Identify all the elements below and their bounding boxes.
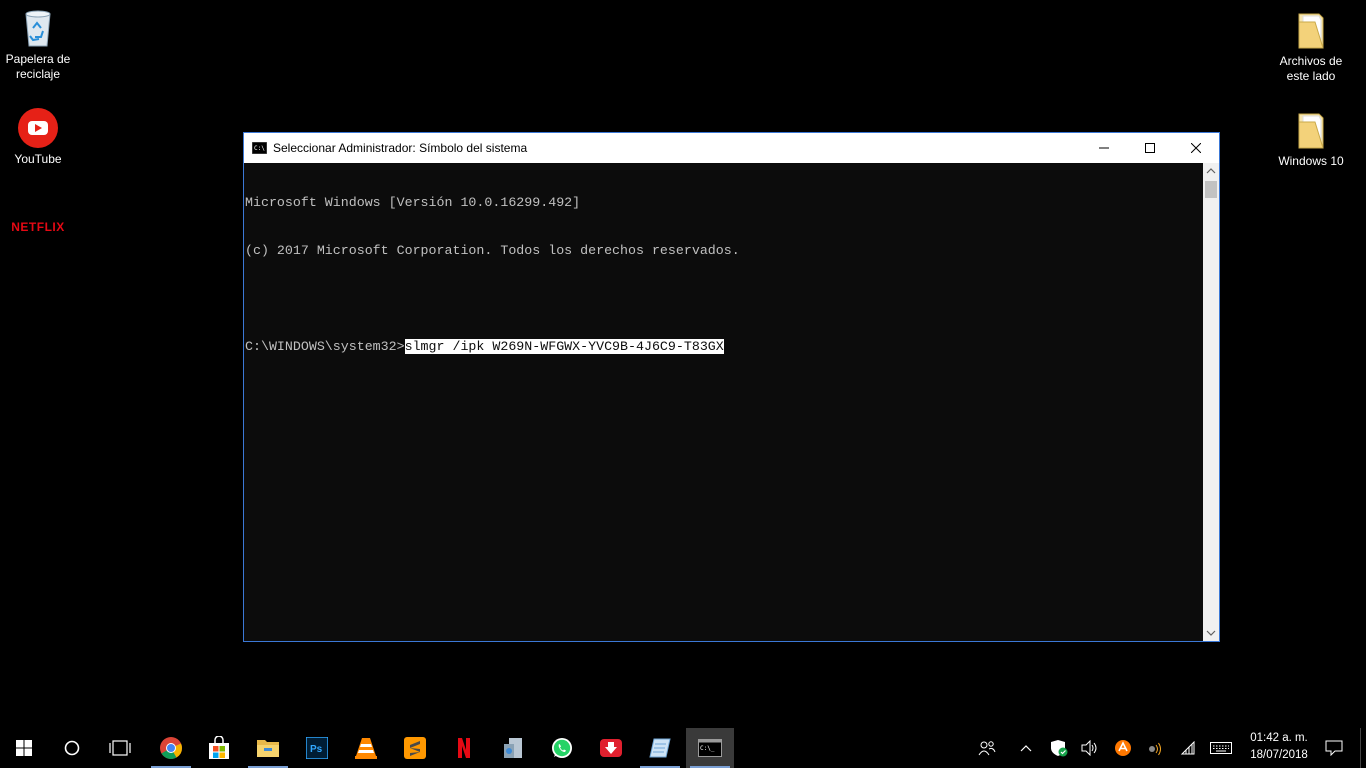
svg-text:C:\_: C:\_ — [700, 745, 715, 752]
people-button[interactable] — [972, 728, 1002, 768]
sublime-text-icon — [404, 737, 426, 759]
keyboard-button[interactable] — [1206, 728, 1236, 768]
avast-icon — [1115, 740, 1131, 756]
folder-icon — [1298, 113, 1324, 149]
clock-time: 01:42 a. m. — [1250, 732, 1308, 744]
taskbar-chrome[interactable] — [147, 728, 195, 768]
clock-date: 18/07/2018 — [1250, 749, 1308, 761]
selected-command[interactable]: slmgr /ipk W269N-WFGWX-YVC9B-4J6C9-T83GX — [404, 339, 724, 354]
desktop: Papelera de reciclaje YouTube NETFLIX Ar… — [0, 0, 1366, 728]
netflix-icon — [458, 738, 470, 758]
desktop-icon-youtube[interactable]: YouTube — [0, 106, 76, 167]
start-button[interactable] — [0, 728, 48, 768]
maximize-button[interactable] — [1127, 133, 1173, 163]
desktop-icon-label: YouTube — [14, 152, 62, 166]
windows-logo-icon — [16, 740, 32, 756]
chrome-icon — [160, 737, 182, 759]
desktop-icon-windows10[interactable]: Windows 10 — [1273, 108, 1349, 169]
netflix-icon: NETFLIX — [11, 220, 65, 234]
desktop-icon-label: Archivos de este lado — [1279, 54, 1343, 83]
audio-tray-button[interactable] — [1140, 728, 1170, 768]
console-prompt: C:\WINDOWS\system32> — [245, 339, 405, 354]
taskbar-downloader[interactable] — [587, 728, 635, 768]
desktop-icon-archivos[interactable]: Archivos de este lado — [1273, 8, 1349, 84]
console-output[interactable]: Microsoft Windows [Versión 10.0.16299.49… — [244, 163, 1204, 641]
desktop-icon-label: Papelera de reciclaje — [5, 52, 71, 81]
taskbar-vlc[interactable] — [342, 728, 390, 768]
close-button[interactable] — [1173, 133, 1219, 163]
shield-icon — [1051, 740, 1068, 757]
console-line: (c) 2017 Microsoft Corporation. Todos lo… — [245, 243, 740, 258]
taskbar-photoshop[interactable]: Ps — [293, 728, 341, 768]
desktop-icon-recycle-bin[interactable]: Papelera de reciclaje — [0, 6, 76, 82]
command-prompt-icon: C:\_ — [698, 739, 722, 757]
taskbar-sublime-text[interactable] — [391, 728, 439, 768]
avast-tray-button[interactable] — [1108, 728, 1138, 768]
photoshop-icon: Ps — [306, 737, 328, 759]
youtube-icon — [18, 108, 58, 148]
svg-text:Ps: Ps — [310, 744, 323, 755]
keyboard-icon — [1210, 742, 1232, 754]
scroll-up-icon[interactable] — [1203, 163, 1219, 180]
taskbar: Ps C:\_ 01:42 a. m. 18/07/2018 — [0, 728, 1366, 768]
chevron-up-icon — [1020, 745, 1032, 752]
show-desktop-button[interactable] — [1360, 728, 1366, 768]
volume-button[interactable] — [1075, 728, 1105, 768]
maximize-icon — [1145, 143, 1155, 153]
task-view-button[interactable] — [96, 728, 144, 768]
command-prompt-icon: C:\ — [252, 142, 267, 154]
installer-icon — [504, 738, 522, 758]
console-prompt-line: C:\WINDOWS\system32>slmgr /ipk W269N-WFG… — [244, 339, 1204, 355]
desktop-icon-netflix[interactable]: NETFLIX — [0, 220, 76, 235]
vlc-icon — [355, 738, 377, 759]
action-center-button[interactable] — [1318, 728, 1350, 768]
recycle-bin-icon — [25, 10, 51, 47]
notification-icon — [1325, 740, 1343, 756]
taskbar-file-explorer[interactable] — [244, 728, 292, 768]
taskbar-netflix[interactable] — [440, 728, 488, 768]
people-icon — [978, 741, 996, 756]
minimize-button[interactable] — [1081, 133, 1127, 163]
close-icon — [1191, 143, 1201, 153]
svg-text:C:\: C:\ — [254, 145, 265, 152]
scroll-down-icon[interactable] — [1203, 624, 1219, 641]
taskbar-installer[interactable] — [489, 728, 537, 768]
defender-tray-button[interactable] — [1044, 728, 1074, 768]
store-icon — [209, 736, 229, 759]
show-hidden-icons-button[interactable] — [1011, 728, 1041, 768]
cortana-button[interactable] — [48, 728, 96, 768]
taskbar-command-prompt[interactable]: C:\_ — [686, 728, 734, 768]
title-bar[interactable]: C:\ Seleccionar Administrador: Símbolo d… — [244, 133, 1219, 163]
network-button[interactable] — [1173, 728, 1203, 768]
taskbar-notepad[interactable] — [636, 728, 684, 768]
notepad-icon — [649, 738, 671, 758]
taskbar-whatsapp[interactable] — [538, 728, 586, 768]
folder-icon — [1298, 13, 1324, 49]
window-title: Seleccionar Administrador: Símbolo del s… — [273, 141, 528, 155]
download-icon — [600, 739, 622, 757]
taskbar-store[interactable] — [195, 728, 243, 768]
audio-device-icon — [1149, 742, 1161, 756]
minimize-icon — [1099, 147, 1109, 149]
desktop-icon-label: Windows 10 — [1278, 154, 1344, 168]
cortana-icon — [64, 740, 80, 756]
whatsapp-icon — [552, 738, 572, 758]
scroll-thumb[interactable] — [1205, 181, 1217, 198]
file-explorer-icon — [257, 740, 279, 757]
vertical-scrollbar[interactable] — [1203, 163, 1219, 641]
task-view-icon — [109, 740, 131, 756]
console-line: Microsoft Windows [Versión 10.0.16299.49… — [245, 195, 581, 210]
taskbar-clock[interactable]: 01:42 a. m. 18/07/2018 — [1236, 730, 1322, 766]
wifi-icon — [1180, 741, 1195, 755]
command-prompt-window[interactable]: C:\ Seleccionar Administrador: Símbolo d… — [243, 132, 1220, 642]
speaker-icon — [1081, 740, 1097, 756]
